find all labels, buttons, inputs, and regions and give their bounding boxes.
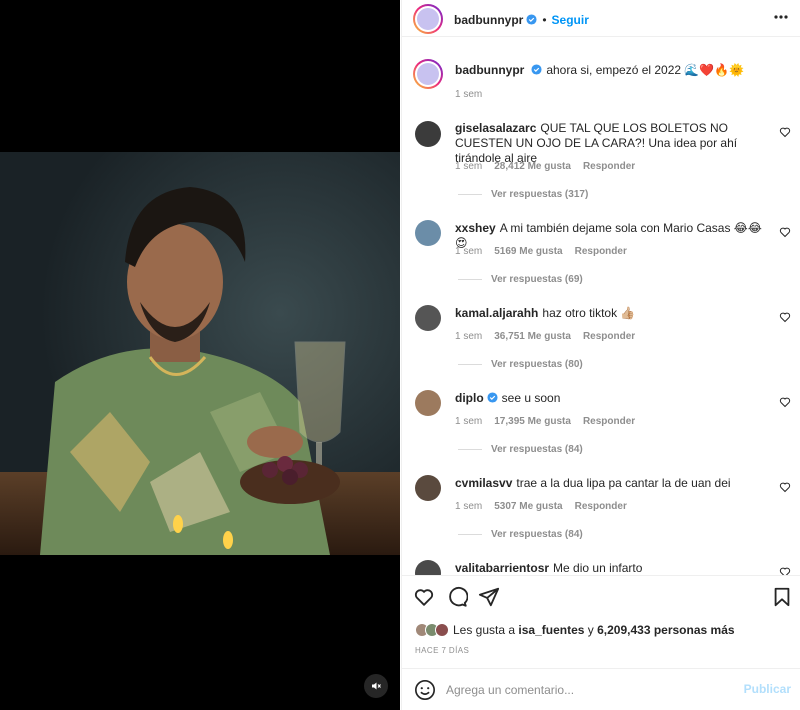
reply-button[interactable]: Responder (583, 161, 635, 172)
commenter-avatar[interactable] (415, 305, 441, 331)
comment-like-heart-icon[interactable] (779, 396, 791, 408)
comment-input[interactable] (446, 680, 736, 700)
comment-time: 1 sem (455, 331, 483, 342)
avatar-fill (415, 475, 441, 501)
commenter-username[interactable]: valitabarrientosr (455, 561, 549, 575)
comment-icon[interactable] (446, 586, 468, 608)
view-replies-label: Ver respuestas (80) (491, 359, 583, 370)
likes-text: Les gusta a isa_fuentes y 6,209,433 pers… (453, 623, 735, 637)
view-replies-button[interactable]: Ver respuestas (84) (458, 529, 583, 540)
comment-like-heart-icon[interactable] (779, 481, 791, 493)
commenter-username[interactable]: cvmilasvv (455, 476, 512, 490)
view-replies-button[interactable]: Ver respuestas (84) (458, 444, 583, 455)
comment-like-heart-icon[interactable] (779, 566, 791, 575)
likes-summary[interactable]: Les gusta a isa_fuentes y 6,209,433 pers… (415, 622, 735, 638)
post-actions: Les gusta a isa_fuentes y 6,209,433 pers… (402, 575, 800, 667)
comment-like-heart-icon[interactable] (779, 311, 791, 323)
comment-text: haz otro tiktok 👍🏼 (542, 306, 636, 320)
comment-likes[interactable]: 28,412 Me gusta (494, 161, 571, 172)
view-replies-label: Ver respuestas (84) (491, 529, 583, 540)
caption-meta: 1 sem (455, 89, 494, 100)
post-media[interactable] (0, 0, 400, 710)
commenter-username[interactable]: kamal.aljarahh (455, 306, 538, 320)
heart-icon[interactable] (413, 586, 435, 608)
share-icon[interactable] (478, 586, 500, 608)
follow-button[interactable]: Seguir (552, 13, 589, 27)
comment-likes[interactable]: 17,395 Me gusta (494, 416, 571, 427)
likes-prefix: Les gusta a (453, 623, 516, 637)
mute-icon (372, 682, 381, 690)
view-replies-button[interactable]: Ver respuestas (80) (458, 359, 583, 370)
view-replies-button[interactable]: Ver respuestas (317) (458, 189, 588, 200)
reply-button[interactable]: Responder (583, 416, 635, 427)
commenter-avatar[interactable] (415, 390, 441, 416)
likes-others[interactable]: 6,209,433 personas más (597, 623, 734, 637)
caption-avatar[interactable] (413, 59, 443, 89)
comment-like-heart-icon[interactable] (779, 226, 791, 238)
caption-username[interactable]: badbunnypr (455, 63, 524, 77)
reply-button[interactable]: Responder (583, 331, 635, 342)
commenter-avatar[interactable] (415, 560, 441, 575)
separator-dot: • (542, 13, 547, 27)
post-detail-panel: badbunnypr • Seguir badbunnypr ahora si, em… (401, 0, 800, 710)
avatar-fill (415, 390, 441, 416)
comment-like-heart-icon[interactable] (779, 126, 791, 138)
commenter-avatar[interactable] (415, 121, 441, 147)
comment-meta: 1 sem 5307 Me gusta Responder (455, 501, 639, 512)
bookmark-icon[interactable] (771, 586, 793, 608)
view-replies-label: Ver respuestas (69) (491, 274, 583, 285)
view-replies-label: Ver respuestas (317) (491, 189, 589, 200)
avatar-fill (415, 220, 441, 246)
verified-badge-icon (487, 392, 498, 403)
commenter-avatar[interactable] (415, 475, 441, 501)
reply-button[interactable]: Responder (575, 246, 627, 257)
author-avatar[interactable] (413, 4, 443, 34)
comment-time: 1 sem (455, 246, 483, 257)
likes-connector: y (587, 623, 594, 637)
liker-avatar (435, 623, 449, 637)
commenter-username[interactable]: xxshey (455, 221, 496, 235)
comment-time: 1 sem (455, 501, 483, 512)
video-still (0, 152, 400, 555)
comment-meta: 1 sem 36,751 Me gusta Responder (455, 331, 647, 342)
reply-button[interactable]: Responder (575, 501, 627, 512)
post-header: badbunnypr • Seguir (402, 0, 800, 37)
comment-time: 1 sem (455, 416, 483, 427)
more-options-icon (774, 15, 788, 19)
commenter-avatar[interactable] (415, 220, 441, 246)
more-options-button[interactable] (773, 7, 789, 27)
video-frame[interactable] (0, 152, 400, 555)
mute-button[interactable] (364, 674, 388, 698)
verified-badge-icon (531, 64, 542, 75)
verified-badge-icon (526, 14, 537, 25)
comment-likes[interactable]: 5169 Me gusta (494, 246, 562, 257)
comment-likes[interactable]: 5307 Me gusta (494, 501, 562, 512)
commenter-username[interactable]: diplo (455, 391, 484, 405)
comment-meta: 1 sem 28,412 Me gusta Responder (455, 161, 647, 172)
comments-list[interactable]: badbunnypr ahora si, empezó el 2022 🌊❤️🔥🌞… (402, 37, 800, 575)
comment-composer: Publicar (402, 668, 800, 710)
commenter-username[interactable]: giselasalazarc (455, 121, 536, 135)
comment-likes[interactable]: 36,751 Me gusta (494, 331, 571, 342)
avatar-fill (415, 560, 441, 575)
avatar-fill (415, 121, 441, 147)
comment-meta: 1 sem 5169 Me gusta Responder (455, 246, 639, 257)
publish-button[interactable]: Publicar (744, 682, 791, 696)
avatar-fill (415, 305, 441, 331)
caption-text: ahora si, empezó el 2022 🌊❤️🔥🌞 (546, 63, 745, 77)
caption-time: 1 sem (455, 89, 483, 100)
comment-text: see u soon (501, 391, 561, 405)
comment-text: Me dio un infarto (553, 561, 643, 575)
view-replies-button[interactable]: Ver respuestas (69) (458, 274, 583, 285)
comment-time: 1 sem (455, 161, 483, 172)
header-user-line: badbunnypr • Seguir (454, 11, 589, 29)
comment-text: trae a la dua lipa pa cantar la de uan d… (516, 476, 731, 490)
post-timestamp[interactable]: HACE 7 DÍAS (415, 646, 469, 655)
comment-meta: 1 sem 17,395 Me gusta Responder (455, 416, 647, 427)
emoji-icon[interactable] (414, 679, 436, 701)
view-replies-label: Ver respuestas (84) (491, 444, 583, 455)
likes-user[interactable]: isa_fuentes (518, 623, 584, 637)
author-username[interactable]: badbunnypr (454, 13, 523, 27)
